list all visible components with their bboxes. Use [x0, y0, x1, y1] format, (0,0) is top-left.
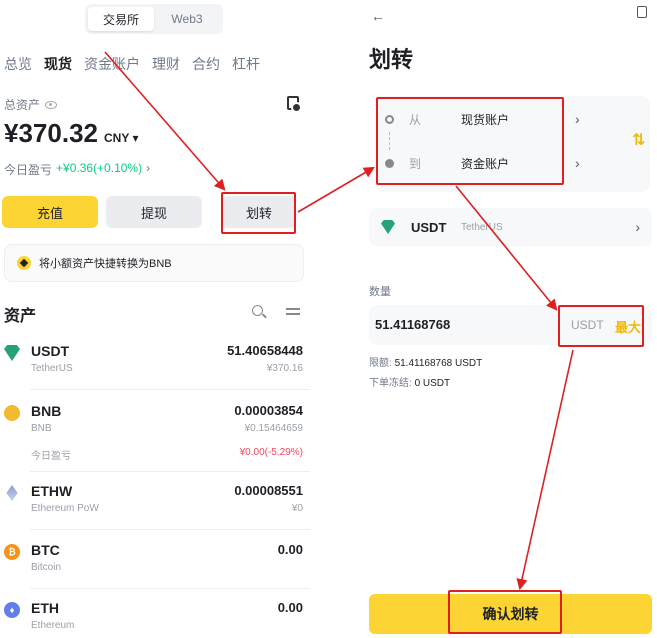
- quantity-value: 51.41168768: [375, 317, 451, 332]
- to-dot-icon: [385, 158, 394, 168]
- coin-symbol: BTC: [31, 542, 60, 558]
- coin-balance: 0.00: [277, 600, 303, 615]
- wallet-tabs: 总览 现货 资金账户 理财 合约 杠杆: [4, 54, 260, 74]
- page-title: 划转: [369, 47, 414, 72]
- limit-value: 51.41168768 USDT: [394, 358, 483, 369]
- coin-pnl-value: ¥0.00(-5.29%): [239, 447, 303, 458]
- eye-icon[interactable]: [45, 100, 58, 109]
- today-pnl[interactable]: 今日盈亏 +¥0.36(+0.10%) ›: [4, 161, 150, 178]
- assets-title: 资产: [4, 308, 37, 325]
- tab-futures[interactable]: 合约: [192, 54, 220, 74]
- coin-symbol: USDT: [411, 219, 447, 235]
- to-account: 资金账户: [461, 156, 510, 171]
- withdraw-button[interactable]: 提现: [106, 196, 202, 228]
- frozen-label: 下单冻结:: [369, 378, 412, 389]
- coin-name: BNB: [31, 423, 52, 434]
- segment-exchange[interactable]: 交易所: [88, 7, 154, 31]
- filter-icon[interactable]: [286, 305, 300, 317]
- coin-name: Ethereum PoW: [31, 503, 99, 514]
- to-label: 到: [409, 156, 422, 171]
- spot-wallet-screen: 交易所 Web3 总览 现货 资金账户 理财 合约 杠杆 总资产 ¥370.32…: [0, 0, 310, 638]
- coin-name: Ethereum: [31, 620, 75, 631]
- back-arrow-icon[interactable]: ←: [371, 8, 385, 24]
- pnl-value: +¥0.36(+0.10%): [56, 161, 143, 175]
- btc-icon: ₿: [4, 544, 20, 560]
- from-account: 现货账户: [461, 112, 510, 127]
- usdt-icon: [381, 220, 395, 234]
- bnb-icon: [4, 405, 20, 421]
- coin-name: TetherUS: [31, 363, 73, 374]
- frozen-info: 下单冻结: 0 USDT: [369, 374, 450, 389]
- coin-name: Bitcoin: [31, 562, 62, 573]
- from-account-row[interactable]: 从 现货账户 ›: [375, 104, 605, 134]
- quantity-label: 数量: [369, 286, 391, 298]
- search-icon[interactable]: [252, 305, 263, 316]
- limit-info: 限额: 51.41168768 USDT: [369, 354, 482, 369]
- total-assets-text: 总资产: [4, 98, 41, 112]
- tab-earn[interactable]: 理财: [152, 54, 180, 74]
- from-label: 从: [409, 112, 422, 127]
- eth-icon: ♦: [4, 602, 20, 618]
- bnb-icon: [17, 256, 31, 270]
- confirm-transfer-button[interactable]: 确认划转: [369, 594, 652, 634]
- banner-text: 将小额资产快捷转换为BNB: [39, 258, 172, 270]
- coin-balance: 0.00008551: [234, 483, 303, 498]
- deposit-button[interactable]: 充值: [2, 196, 98, 228]
- coin-value: ¥0: [291, 503, 303, 514]
- balance-amount: ¥370.32: [4, 118, 98, 148]
- swap-icon[interactable]: ⇅: [632, 130, 645, 150]
- total-assets-label: 总资产: [4, 96, 58, 113]
- ethw-icon: [6, 485, 18, 501]
- divider: [30, 471, 310, 472]
- usdt-icon: [4, 345, 20, 361]
- currency-selector[interactable]: CNY ▾: [104, 131, 138, 145]
- divider: [30, 389, 310, 390]
- coin-symbol: ETHW: [31, 483, 73, 499]
- transfer-screen: ← 划转 从 现货账户 › 到 资金账户 › ⇅ USDT TetherUS ›…: [355, 0, 657, 638]
- coin-symbol: ETH: [31, 600, 59, 616]
- list-item[interactable]: ♦ ETH Ethereum 0.00: [0, 600, 310, 638]
- list-item[interactable]: USDT TetherUS 51.40658448 ¥370.16: [0, 343, 310, 393]
- coin-pnl-label: 今日盈亏: [31, 451, 71, 462]
- account-selector: 从 现货账户 › 到 资金账户 › ⇅: [375, 96, 650, 192]
- frozen-value: 0 USDT: [414, 378, 451, 389]
- coin-balance: 51.40658448: [227, 343, 303, 358]
- chevron-right-icon: ›: [146, 161, 151, 175]
- pnl-label: 今日盈亏: [4, 163, 53, 177]
- limit-label: 限额:: [369, 358, 392, 369]
- coin-name: TetherUS: [461, 221, 503, 233]
- tab-funding[interactable]: 资金账户: [84, 54, 140, 74]
- chevron-right-icon: ›: [575, 155, 580, 171]
- mode-segment: 交易所 Web3: [85, 4, 223, 34]
- coin-selector[interactable]: USDT TetherUS ›: [369, 208, 652, 246]
- max-button[interactable]: 最大: [615, 317, 641, 336]
- coin-balance: 0.00: [277, 542, 303, 557]
- history-icon[interactable]: [637, 6, 647, 18]
- chevron-right-icon: ›: [635, 219, 640, 235]
- list-item[interactable]: ETHW Ethereum PoW 0.00008551 ¥0: [0, 483, 310, 533]
- quantity-input[interactable]: 51.41168768 USDT 最大: [369, 305, 652, 345]
- segment-web3[interactable]: Web3: [154, 7, 220, 31]
- from-dot-icon: [385, 114, 394, 124]
- coin-symbol: USDT: [31, 343, 70, 359]
- tab-spot[interactable]: 现货: [44, 54, 72, 74]
- coin-balance: 0.00003854: [234, 403, 303, 418]
- divider: [30, 588, 310, 589]
- chevron-right-icon: ›: [575, 111, 580, 127]
- coin-value: ¥370.16: [266, 363, 303, 374]
- convert-to-bnb-banner[interactable]: 将小额资产快捷转换为BNB: [4, 244, 304, 282]
- tab-overview[interactable]: 总览: [4, 54, 32, 74]
- list-item[interactable]: ₿ BTC Bitcoin 0.00: [0, 542, 310, 592]
- transfer-button[interactable]: 划转: [222, 196, 296, 228]
- to-account-row[interactable]: 到 资金账户 ›: [375, 148, 605, 178]
- coin-symbol: BNB: [31, 403, 62, 419]
- history-icon[interactable]: [287, 96, 302, 113]
- list-item[interactable]: BNB BNB 0.00003854 ¥0.15464659 今日盈亏 ¥0.0…: [0, 403, 310, 475]
- tab-margin[interactable]: 杠杆: [232, 54, 260, 74]
- divider: [30, 529, 310, 530]
- total-balance: ¥370.32 CNY ▾: [4, 118, 138, 149]
- coin-value: ¥0.15464659: [244, 423, 303, 434]
- quantity-unit: USDT: [571, 318, 604, 332]
